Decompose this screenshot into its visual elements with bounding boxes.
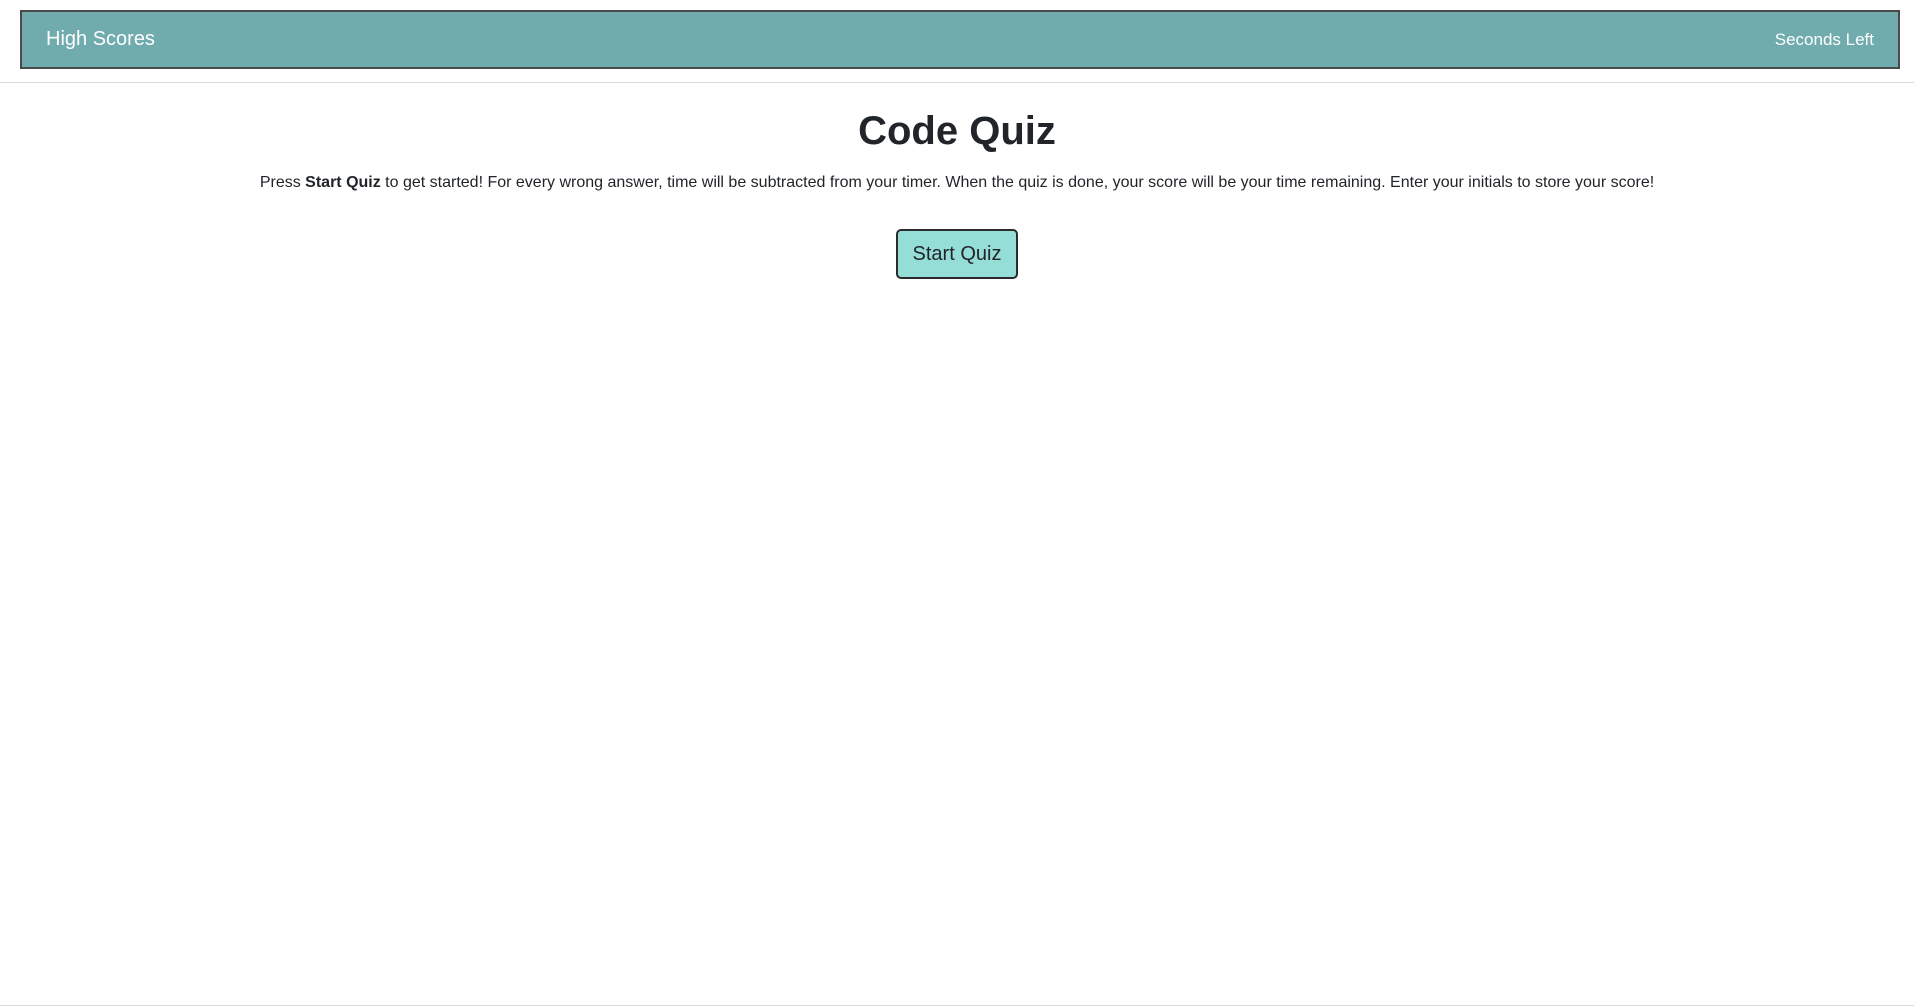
start-quiz-button[interactable]: Start Quiz	[896, 229, 1018, 279]
page: High Scores Seconds Left Code Quiz Press…	[0, 0, 1914, 1007]
timer-display: Seconds Left	[1774, 29, 1874, 49]
instructions-prefix: Press	[259, 174, 306, 191]
main-content: Code Quiz Press Start Quiz to get starte…	[0, 83, 1914, 279]
instructions-suffix: to get started! For every wrong answer, …	[380, 174, 1655, 191]
high-scores-link[interactable]: High Scores	[46, 28, 155, 51]
header: High Scores Seconds Left	[0, 0, 1914, 83]
bottom-divider	[0, 1005, 1914, 1006]
instructions-bold: Start Quiz	[305, 174, 381, 191]
navbar: High Scores Seconds Left	[20, 10, 1900, 69]
page-title: Code Quiz	[858, 109, 1056, 153]
instructions-text: Press Start Quiz to get started! For eve…	[0, 171, 1914, 195]
